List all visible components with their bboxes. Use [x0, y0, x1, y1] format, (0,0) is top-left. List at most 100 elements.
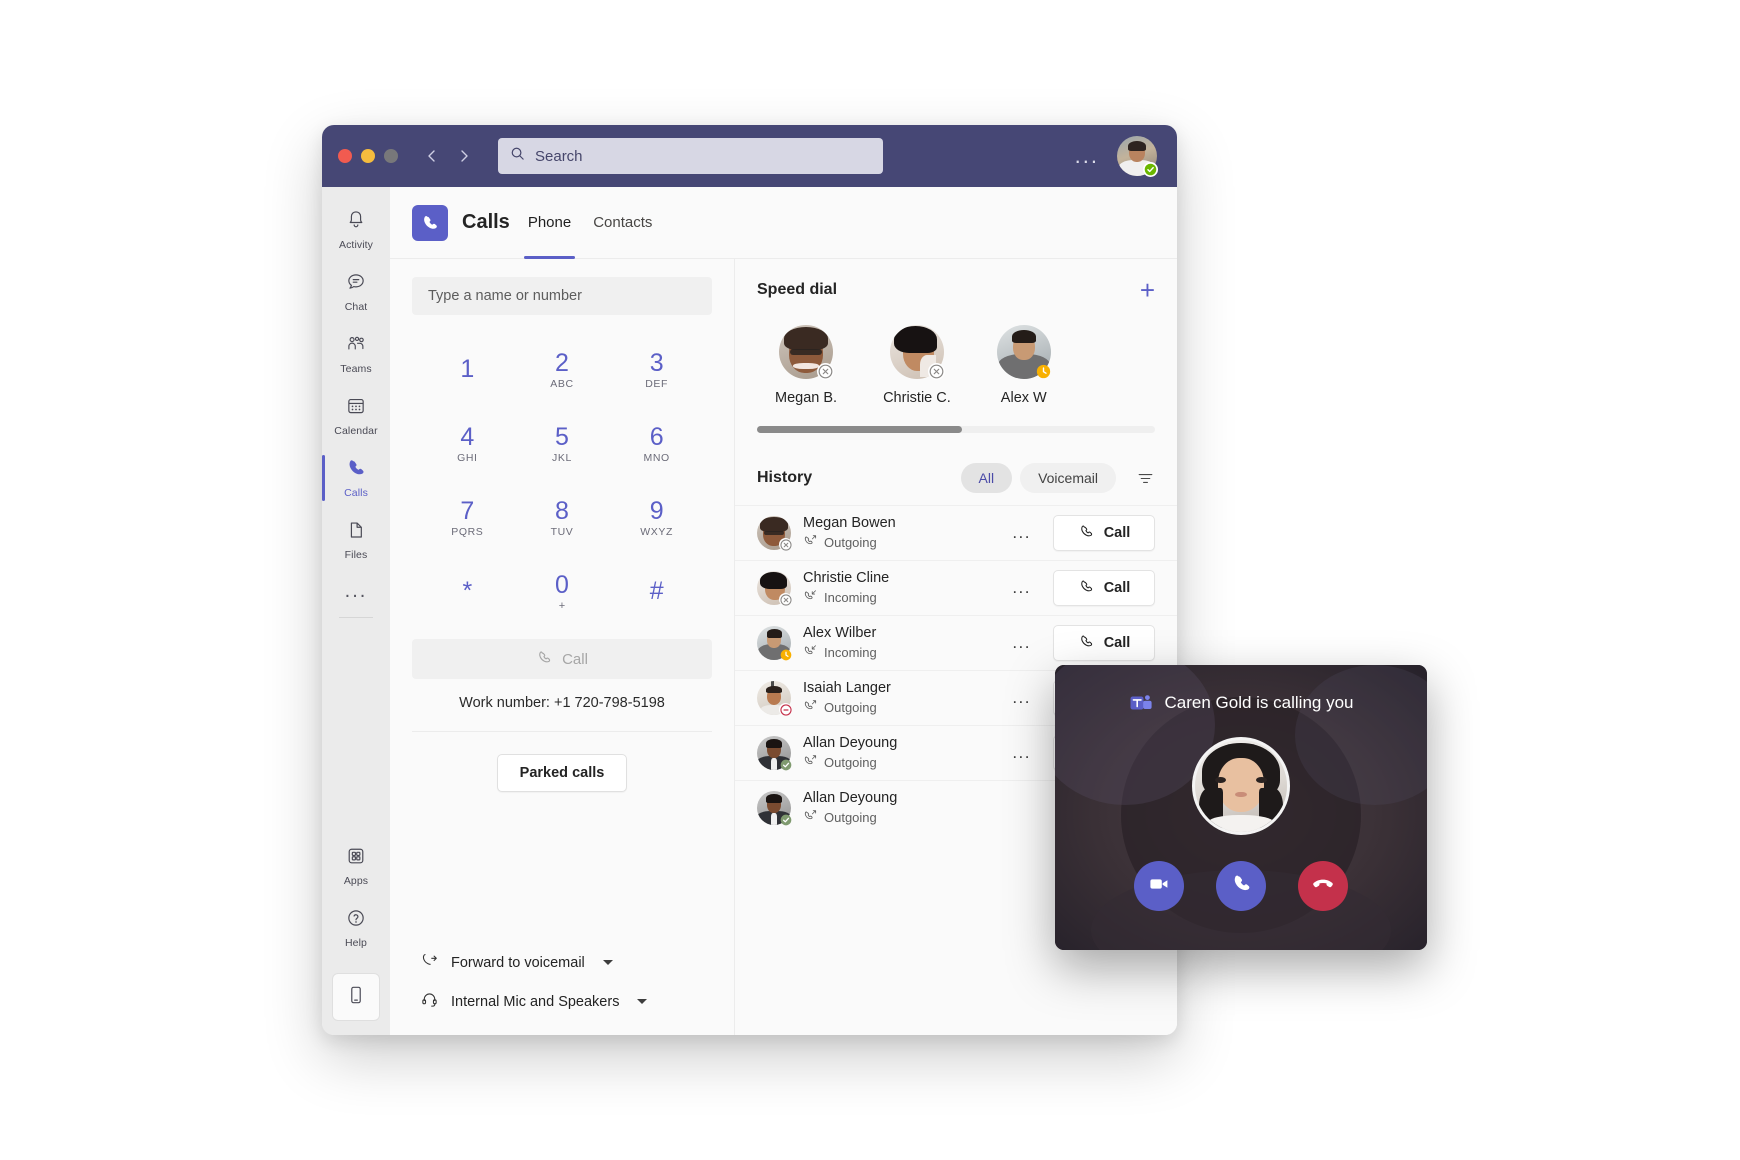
dialpad-key-number: 5	[555, 423, 569, 452]
table-row[interactable]: Christie Cline Incoming ... Call	[735, 560, 1177, 615]
dialpad-key-hash[interactable]: #	[609, 561, 704, 623]
incoming-call-toast: Caren Gold is calling you	[1055, 665, 1427, 950]
history-direction-label: Incoming	[824, 644, 877, 660]
back-icon[interactable]	[424, 148, 440, 164]
history-row-more-button[interactable]: ...	[1004, 523, 1031, 543]
dialpad-key-star[interactable]: *	[420, 561, 515, 623]
filter-icon[interactable]	[1136, 469, 1155, 488]
avatar	[757, 516, 792, 551]
history-call-button[interactable]: Call	[1053, 515, 1155, 551]
close-window-button[interactable]	[338, 149, 352, 163]
dialer-pane: Type a name or number 1 2 ABC 3 DEF 4 GH…	[390, 259, 735, 1035]
sidebar-item-activity[interactable]: Activity	[322, 199, 390, 261]
speed-dial-contact[interactable]: Christie C.	[883, 325, 951, 406]
speed-dial-contact[interactable]: Megan B.	[775, 325, 837, 406]
chevron-down-icon[interactable]	[637, 999, 648, 1004]
minimize-window-button[interactable]	[361, 149, 375, 163]
history-filter-voicemail[interactable]: Voicemail	[1020, 463, 1116, 493]
teams-logo-icon	[1129, 691, 1153, 715]
dialpad-key-letters: +	[558, 599, 566, 612]
parked-calls-button[interactable]: Parked calls	[496, 754, 628, 792]
dialpad-key-8[interactable]: 8 TUV	[515, 487, 610, 549]
speed-dial-contact-name: Alex W	[1000, 390, 1047, 406]
accept-audio-button[interactable]	[1216, 861, 1266, 911]
dialpad-key-3[interactable]: 3 DEF	[609, 339, 704, 401]
history-contact-name: Allan Deyoung	[803, 735, 898, 751]
history-filter-all[interactable]: All	[960, 463, 1013, 493]
table-row[interactable]: Alex Wilber Incoming ... Call	[735, 615, 1177, 670]
history-direction: Outgoing	[803, 698, 891, 716]
history-row-more-button[interactable]: ...	[1004, 633, 1031, 653]
sidebar-bottom: Apps Help	[322, 835, 390, 1035]
forward-icon[interactable]	[456, 148, 472, 164]
titlebar-more-button[interactable]: ...	[1075, 145, 1099, 167]
history-call-button-label: Call	[1103, 635, 1131, 651]
search-input[interactable]: Search	[498, 138, 883, 174]
sidebar-more-button[interactable]: ...	[345, 571, 368, 611]
dial-input[interactable]: Type a name or number	[412, 277, 712, 315]
mobile-device-button[interactable]	[332, 973, 380, 1021]
avatar	[996, 325, 1052, 380]
sidebar-item-files[interactable]: Files	[322, 509, 390, 571]
dialpad-key-number: #	[649, 577, 664, 606]
dialpad-key-4[interactable]: 4 GHI	[420, 413, 515, 475]
table-row[interactable]: Megan Bowen Outgoing ... Call	[735, 505, 1177, 560]
decline-call-button[interactable]	[1298, 861, 1348, 911]
add-speed-dial-button[interactable]: +	[1140, 277, 1155, 303]
tab-contacts[interactable]: Contacts	[589, 187, 656, 259]
history-filters: All Voicemail	[960, 463, 1155, 493]
dialpad-key-5[interactable]: 5 JKL	[515, 413, 610, 475]
apps-icon	[345, 845, 367, 872]
accept-video-button[interactable]	[1134, 861, 1184, 911]
history-row-texts: Christie Cline Incoming	[803, 570, 889, 606]
avatar	[757, 791, 791, 825]
status-badge-offline	[779, 538, 792, 551]
history-row-more-button[interactable]: ...	[1004, 743, 1031, 763]
dialpad-key-2[interactable]: 2 ABC	[515, 339, 610, 401]
phone-icon	[1078, 523, 1095, 544]
dialpad-key-number: 7	[460, 497, 475, 526]
call-button[interactable]: Call	[412, 639, 712, 679]
history-row-texts: Alex Wilber Incoming	[803, 625, 877, 661]
status-badge-busy	[779, 703, 792, 716]
chevron-down-icon[interactable]	[602, 960, 613, 965]
tab-phone[interactable]: Phone	[523, 187, 576, 259]
dialpad-key-6[interactable]: 6 MNO	[609, 413, 704, 475]
toast-title: Caren Gold is calling you	[1164, 693, 1354, 712]
history-row-more-button[interactable]: ...	[1004, 688, 1031, 708]
dialpad-key-0[interactable]: 0 +	[515, 561, 610, 623]
forward-to-voicemail-button[interactable]: Forward to voicemail	[420, 951, 734, 974]
mobile-device-icon	[346, 984, 366, 1011]
dialpad-key-7[interactable]: 7 PQRS	[420, 487, 515, 549]
zoom-window-button[interactable]	[384, 149, 398, 163]
speed-dial-scrollbar[interactable]	[757, 426, 1155, 433]
dialpad-key-1[interactable]: 1	[420, 339, 515, 401]
history-row-texts: Isaiah Langer Outgoing	[803, 680, 891, 716]
sidebar-item-teams[interactable]: Teams	[322, 323, 390, 385]
history-row-more-button[interactable]: ...	[1004, 578, 1031, 598]
audio-device-button[interactable]: Internal Mic and Speakers	[420, 990, 734, 1013]
status-badge-offline	[927, 363, 945, 380]
sidebar-item-calls[interactable]: Calls	[322, 447, 390, 509]
avatar	[889, 325, 945, 380]
sidebar-item-chat[interactable]: Chat	[322, 261, 390, 323]
sidebar-item-apps[interactable]: Apps	[322, 835, 390, 897]
scrollbar-thumb[interactable]	[757, 426, 962, 433]
avatar[interactable]	[1117, 136, 1158, 177]
dialpad-key-number: 4	[460, 423, 475, 452]
history-direction-label: Outgoing	[824, 699, 877, 715]
history-call-button[interactable]: Call	[1053, 625, 1155, 661]
dialpad-key-letters: PQRS	[451, 525, 484, 538]
avatar	[779, 325, 835, 380]
history-call-button[interactable]: Call	[1053, 570, 1155, 606]
sidebar-item-help[interactable]: Help	[322, 897, 390, 959]
dialpad-key-number: 2	[555, 349, 569, 378]
history-row-texts: Allan Deyoung Outgoing	[803, 790, 897, 826]
sidebar-item-calendar[interactable]: Calendar	[322, 385, 390, 447]
speed-dial-contact[interactable]: Alex W	[996, 325, 1052, 406]
history-contact-name: Isaiah Langer	[803, 680, 891, 696]
dialpad-key-letters: ABC	[550, 377, 574, 390]
dialpad-key-9[interactable]: 9 WXYZ	[609, 487, 704, 549]
status-badge-away	[1035, 363, 1052, 380]
history-call-button-label: Call	[1103, 525, 1131, 541]
